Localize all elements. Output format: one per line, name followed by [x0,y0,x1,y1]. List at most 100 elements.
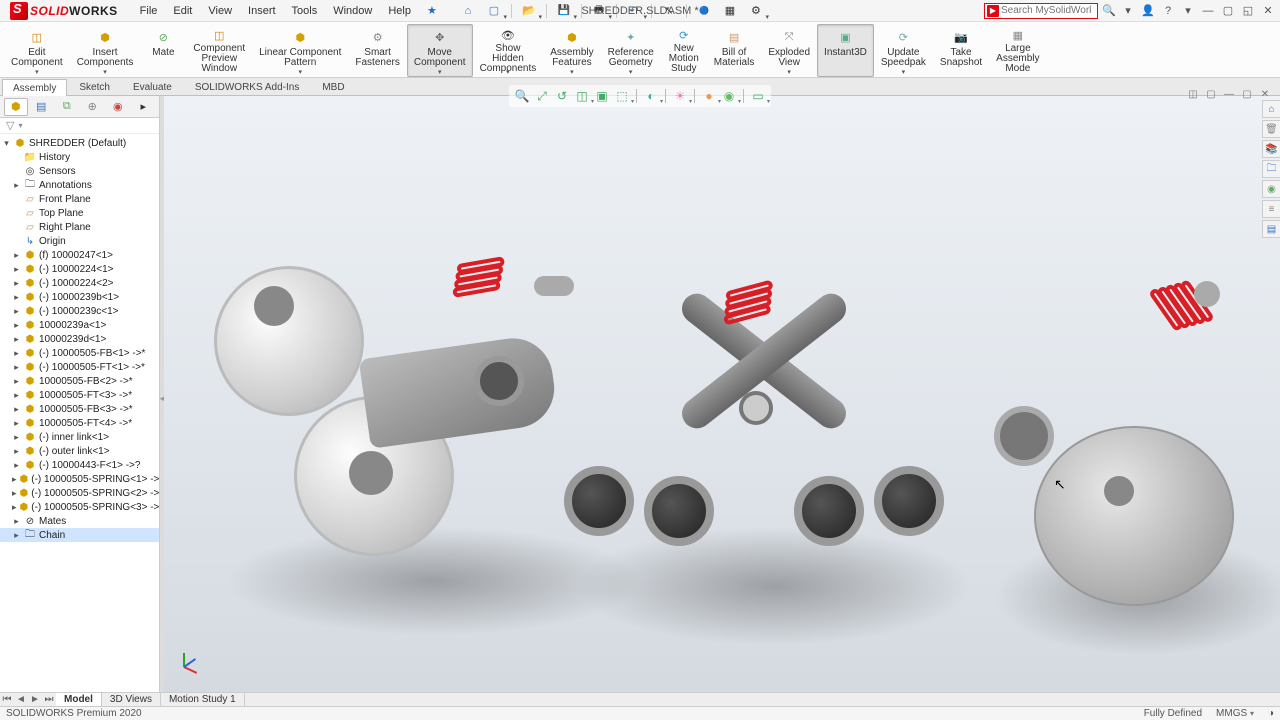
taskpane-appearances-icon[interactable]: ≡ [1262,200,1280,218]
tree-item[interactable]: ▱Right Plane [0,220,159,234]
menu-edit[interactable]: Edit [165,2,200,20]
tree-root[interactable]: ▾ ⬢ SHREDDER (Default) [0,136,159,150]
ribbon-exploded-view[interactable]: Exploded View▾ [761,24,817,77]
cm-tab-mbd[interactable]: MBD [311,78,355,95]
mdi-close-icon[interactable]: ✕ [1258,87,1272,101]
tree-item[interactable]: ▸⬢(-) outer link<1> [0,444,159,458]
dynamic-annotation-icon[interactable]: ▣ [593,87,611,105]
zoom-area-icon[interactable]: ⤢ [533,87,551,105]
tree-item[interactable]: ▸🗀Chain [0,528,159,542]
mdi-cascade-icon[interactable]: ▢ [1204,87,1218,101]
fm-tab-tree[interactable]: ⬢ [4,98,28,116]
fm-tab-config[interactable]: ⧉ [55,98,79,116]
ribbon-component-preview-window[interactable]: Component Preview Window [186,24,252,77]
tree-item[interactable]: ▸⬢(-) 10000224<1> [0,262,159,276]
fm-tab-dim[interactable]: ⊕ [81,98,105,116]
apply-scene-icon[interactable]: ◉ [720,87,738,105]
ribbon-assembly-features[interactable]: Assembly Features▾ [543,24,600,77]
cm-tab-sketch[interactable]: Sketch [68,78,121,95]
taskpane-custom-props-icon[interactable]: ▤ [1262,220,1280,238]
ribbon-take-snapshot[interactable]: Take Snapshot [933,24,989,77]
maximize-button[interactable]: ◱ [1240,3,1256,19]
search-box[interactable]: ▶ [984,3,1098,19]
tree-item[interactable]: ▸⬢10000505-FB<3> ->* [0,402,159,416]
menu-file[interactable]: File [132,2,166,20]
status-custom-icon[interactable]: ◑ [1268,708,1274,719]
tree-item[interactable]: ▱Front Plane [0,192,159,206]
orientation-triad[interactable] [176,648,204,676]
settings-button[interactable] [745,2,767,20]
tree-item[interactable]: ▸⬢(-) 10000443-F<1> ->? [0,458,159,472]
tree-item[interactable]: ▸🗀Annotations [0,178,159,192]
tree-item[interactable]: ▸⬢(-) 10000505-SPRING<1> -> [0,472,159,486]
tree-item[interactable]: ▸⊘Mates [0,514,159,528]
cm-tab-assembly[interactable]: Assembly [2,79,67,96]
graphics-area[interactable]: ↖ [164,96,1280,692]
ribbon-smart-fasteners[interactable]: Smart Fasteners [348,24,406,77]
edit-appearance-icon[interactable]: ● [700,87,718,105]
mdi-maximize-icon[interactable]: ▢ [1240,87,1254,101]
section-view-icon[interactable]: ◫ [573,87,591,105]
tree-item[interactable]: ▸⬢(-) 10000505-FT<1> ->* [0,360,159,374]
open-button[interactable] [518,2,540,20]
model-tab--d-views[interactable]: 3D Views [102,693,161,706]
menu-window[interactable]: Window [325,2,380,20]
cm-tab-evaluate[interactable]: Evaluate [122,78,183,95]
view-settings-icon[interactable]: ▭ [749,87,767,105]
fm-tab-expand-icon[interactable]: ▸ [132,98,156,116]
tab-scroll-right-icon[interactable]: ⏭ [42,694,56,705]
status-units[interactable]: MMGS ▾ [1216,708,1254,719]
user-icon[interactable]: 👤 [1140,3,1156,19]
minimize-button[interactable]: — [1200,3,1216,19]
ribbon-insert-components[interactable]: Insert Components▾ [70,24,141,77]
tree-item[interactable]: ▸⬢10000239d<1> [0,332,159,346]
home-button[interactable] [457,2,479,20]
tree-item[interactable]: ▸⬢(-) 10000239c<1> [0,304,159,318]
fm-tab-property[interactable]: ▤ [30,98,54,116]
ribbon-linear-component-pattern[interactable]: Linear Component Pattern▾ [252,24,348,77]
tree-item[interactable]: ▸⬢(-) 10000505-FB<1> ->* [0,346,159,360]
ribbon-large-assembly-mode[interactable]: Large Assembly Mode [989,24,1046,77]
restore-button[interactable]: ▢ [1220,3,1236,19]
tree-item[interactable]: ▸⬢(-) 10000224<2> [0,276,159,290]
cm-tab-solidworks-add-ins[interactable]: SOLIDWORKS Add-Ins [184,78,310,95]
fm-filter-bar[interactable]: ▽ ▾ [0,118,159,134]
tree-item[interactable]: ▸⬢(-) inner link<1> [0,430,159,444]
model-tab-motion-study-[interactable]: Motion Study 1 [161,693,245,706]
taskpane-resources-icon[interactable]: 🗑 [1262,120,1280,138]
ribbon-move-component[interactable]: Move Component▾ [407,24,473,77]
search-icon[interactable]: 🔍 [1102,4,1116,18]
ribbon-show-hidden-components[interactable]: Show Hidden Components▾ [473,24,544,77]
ribbon-new-motion-study[interactable]: New Motion Study [661,24,707,77]
close-button[interactable]: ✕ [1260,3,1276,19]
menu-tools[interactable]: Tools [284,2,326,20]
tab-scroll-next-icon[interactable]: ► [28,694,42,705]
taskpane-home-icon[interactable]: ⌂ [1262,100,1280,118]
tree-item[interactable]: 📁History [0,150,159,164]
menu-view[interactable]: View [200,2,240,20]
menu-insert[interactable]: Insert [240,2,284,20]
menu-help[interactable]: Help [380,2,419,20]
tree-item[interactable]: ▸⬢10000505-FB<2> ->* [0,374,159,388]
mdi-tile-icon[interactable]: ◫ [1186,87,1200,101]
help-icon[interactable]: ? [1160,3,1176,19]
tree-item[interactable]: ▸⬢(f) 10000247<1> [0,248,159,262]
tree-item[interactable]: ▸⬢10000505-FT<4> ->* [0,416,159,430]
taskpane-file-explorer-icon[interactable]: 🗀 [1262,160,1280,178]
ribbon-instant-d[interactable]: Instant3D [817,24,874,77]
ribbon-mate[interactable]: Mate [140,24,186,77]
ribbon-bill-of-materials[interactable]: Bill of Materials [707,24,762,77]
view-orientation-icon[interactable]: ⬚ [613,87,631,105]
tree-item[interactable]: ▸⬢(-) 10000505-SPRING<3> -> [0,500,159,514]
tab-scroll-prev-icon[interactable]: ◄ [14,694,28,705]
tab-scroll-left-icon[interactable]: ⏮ [0,694,14,705]
search-input[interactable] [1001,5,1091,16]
taskpane-view-palette-icon[interactable]: ◉ [1262,180,1280,198]
tree-item[interactable]: ↳Origin [0,234,159,248]
tree-item[interactable]: ◎Sensors [0,164,159,178]
fm-tab-display[interactable]: ◉ [106,98,130,116]
tree-item[interactable]: ▱Top Plane [0,206,159,220]
ribbon-edit-component[interactable]: Edit Component▾ [4,24,70,77]
tree-item[interactable]: ▸⬢(-) 10000505-SPRING<2> -> [0,486,159,500]
tree-item[interactable]: ▸⬢(-) 10000239b<1> [0,290,159,304]
